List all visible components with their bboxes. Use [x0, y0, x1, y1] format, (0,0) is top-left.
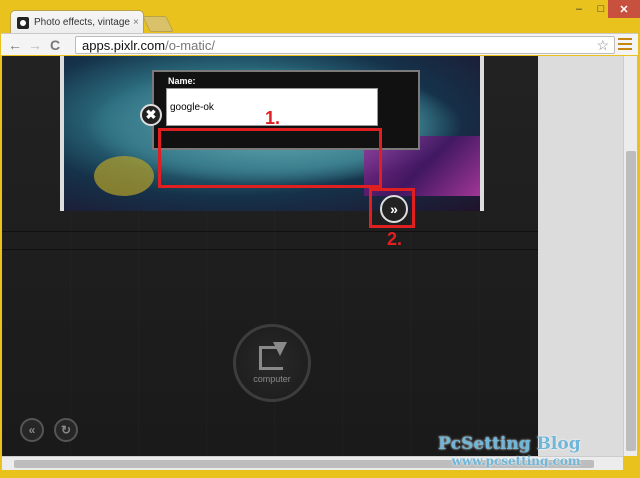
- browser-tab[interactable]: Photo effects, vintage, rc ×: [10, 10, 144, 34]
- watermark-url: www.pcsetting.com: [451, 454, 581, 468]
- highlight-box-name: [158, 128, 382, 188]
- watermark: PcSetting Blog www.pcsetting.com: [438, 434, 581, 468]
- browser-toolbar: ← → C apps.pixlr.com /o-matic/ ☆: [1, 33, 638, 55]
- bookmark-star-icon[interactable]: ☆: [596, 37, 609, 54]
- new-tab-button[interactable]: [142, 16, 174, 32]
- back-arrow-icon[interactable]: ←: [5, 35, 25, 55]
- computer-upload-icon: [257, 342, 287, 372]
- pixlr-favicon-icon: [17, 16, 29, 29]
- back-icon[interactable]: «: [20, 418, 44, 442]
- tab-title: Photo effects, vintage, rc: [34, 17, 130, 28]
- name-label: Name:: [168, 76, 196, 86]
- url-path: /o-matic/: [165, 37, 215, 53]
- highlight-box-next: [369, 188, 415, 228]
- step-marker-2: 2.: [387, 229, 403, 249]
- close-window-button[interactable]: ✕: [608, 0, 640, 18]
- vertical-scroll-thumb[interactable]: [626, 151, 636, 451]
- computer-label: computer: [253, 374, 291, 384]
- step-marker-1: 1.: [265, 108, 281, 128]
- browser-window: Photo effects, vintage, rc × – □ ✕ ← → C…: [0, 0, 640, 478]
- reload-icon[interactable]: C: [45, 35, 65, 55]
- tab-close-icon[interactable]: ×: [133, 17, 139, 28]
- address-bar[interactable]: apps.pixlr.com /o-matic/ ☆: [75, 36, 615, 54]
- upload-from-computer-button[interactable]: computer: [233, 324, 311, 402]
- dialog-close-icon[interactable]: ✖: [140, 104, 162, 126]
- plank-divider: [2, 231, 538, 232]
- forward-arrow-icon[interactable]: →: [25, 35, 45, 55]
- plank-divider: [2, 249, 538, 250]
- vertical-scrollbar[interactable]: [623, 56, 637, 456]
- chrome-menu-icon[interactable]: [618, 38, 632, 52]
- url-host: apps.pixlr.com: [82, 37, 166, 53]
- watermark-title: PcSetting Blog: [438, 434, 581, 454]
- page-margin: [538, 56, 624, 456]
- refresh-icon[interactable]: ↻: [54, 418, 78, 442]
- minimize-button[interactable]: –: [568, 0, 590, 18]
